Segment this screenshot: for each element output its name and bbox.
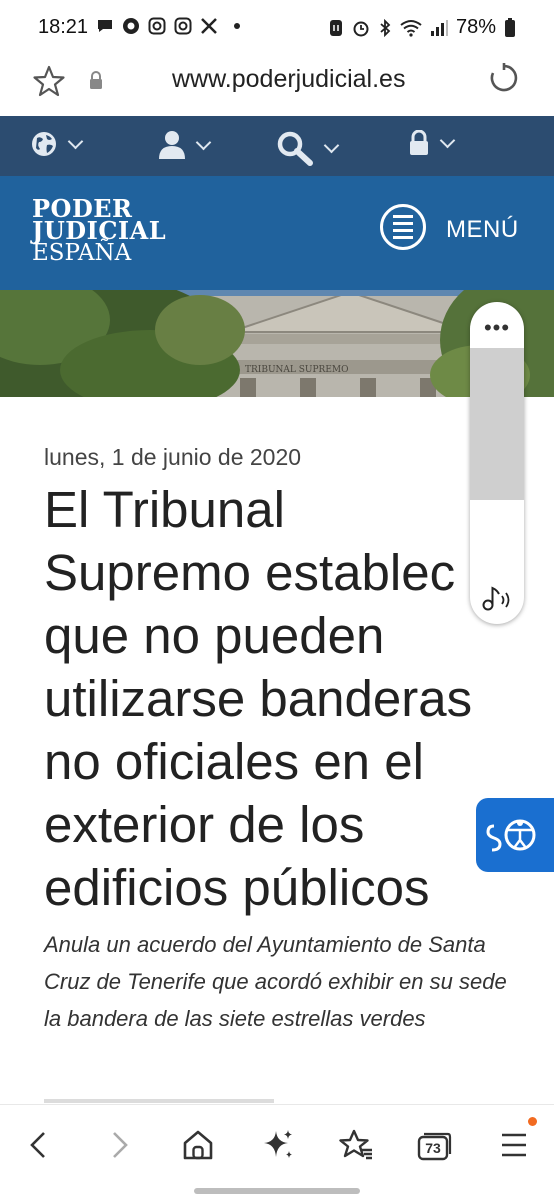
headline-line: utilizarse banderas bbox=[44, 670, 473, 727]
media-volume-panel[interactable]: ••• bbox=[470, 302, 524, 624]
status-time: 18:21 bbox=[38, 16, 89, 38]
forward-icon[interactable] bbox=[102, 1127, 138, 1163]
headline-line: no oficiales en el bbox=[44, 733, 424, 790]
url-text[interactable]: www.poderjudicial.es bbox=[172, 65, 405, 94]
message-icon bbox=[98, 20, 112, 32]
login-dropdown[interactable] bbox=[408, 130, 456, 156]
circle-app-icon bbox=[123, 18, 139, 34]
home-icon[interactable] bbox=[180, 1127, 216, 1163]
status-bar: 18:21 78% bbox=[0, 0, 554, 56]
search-icon bbox=[277, 131, 313, 166]
tabs-button[interactable]: 73 bbox=[416, 1129, 452, 1165]
menu-button[interactable] bbox=[380, 204, 426, 250]
alarm-icon bbox=[353, 21, 369, 36]
back-icon[interactable] bbox=[20, 1127, 56, 1163]
battery-icon bbox=[505, 17, 515, 37]
user-dropdown[interactable] bbox=[158, 130, 212, 160]
music-note-icon[interactable] bbox=[480, 584, 514, 612]
menu-label[interactable]: MENÚ bbox=[446, 216, 519, 244]
lock-icon[interactable] bbox=[88, 70, 104, 90]
chevron-down-icon bbox=[195, 134, 212, 150]
site-logo[interactable]: PODER JUDICIAL ESPAÑA bbox=[32, 197, 166, 265]
user-icon bbox=[159, 131, 185, 159]
battery-percent: 78% bbox=[455, 16, 496, 38]
gesture-bar[interactable] bbox=[194, 1188, 360, 1194]
instagram-icon bbox=[174, 17, 192, 35]
site-toolbar bbox=[0, 116, 554, 176]
favorite-star-icon[interactable] bbox=[32, 64, 66, 98]
instagram-icon bbox=[148, 17, 166, 35]
chevron-down-icon bbox=[323, 137, 340, 153]
reload-icon[interactable] bbox=[488, 62, 520, 94]
language-dropdown[interactable] bbox=[30, 130, 84, 158]
globe-icon bbox=[32, 132, 56, 156]
article-date: lunes, 1 de junio de 2020 bbox=[44, 444, 302, 470]
bookmarks-icon[interactable] bbox=[338, 1127, 374, 1163]
site-header: PODER JUDICIAL ESPAÑA MENÚ bbox=[0, 176, 554, 290]
x-icon bbox=[201, 18, 217, 34]
chevron-down-icon bbox=[439, 132, 456, 148]
lock-icon bbox=[410, 130, 428, 155]
browser-address-bar: www.poderjudicial.es bbox=[0, 56, 554, 116]
article-subtitle: Anula un acuerdo del Ayuntamiento de San… bbox=[44, 932, 507, 1031]
tabs-count: 73 bbox=[425, 1140, 441, 1156]
more-notifications-dot bbox=[234, 23, 240, 29]
accessibility-button[interactable] bbox=[476, 798, 554, 872]
divider bbox=[44, 1099, 274, 1103]
menu-icon[interactable] bbox=[496, 1127, 532, 1163]
chevron-down-icon bbox=[67, 133, 84, 149]
wifi-icon bbox=[400, 19, 422, 37]
accessibility-icon bbox=[486, 819, 536, 852]
notification-dot bbox=[528, 1117, 537, 1126]
sparkle-icon[interactable] bbox=[260, 1127, 296, 1163]
bluetooth-icon bbox=[380, 18, 391, 37]
search-dropdown[interactable] bbox=[276, 130, 340, 166]
browser-bottom-nav: 73 bbox=[0, 1104, 554, 1201]
more-options-icon[interactable]: ••• bbox=[470, 317, 524, 339]
signal-icon bbox=[430, 19, 448, 36]
nfc-icon bbox=[329, 19, 342, 36]
banner-inscription: TRIBUNAL SUPREMO bbox=[245, 365, 349, 375]
volume-slider[interactable] bbox=[470, 348, 524, 500]
